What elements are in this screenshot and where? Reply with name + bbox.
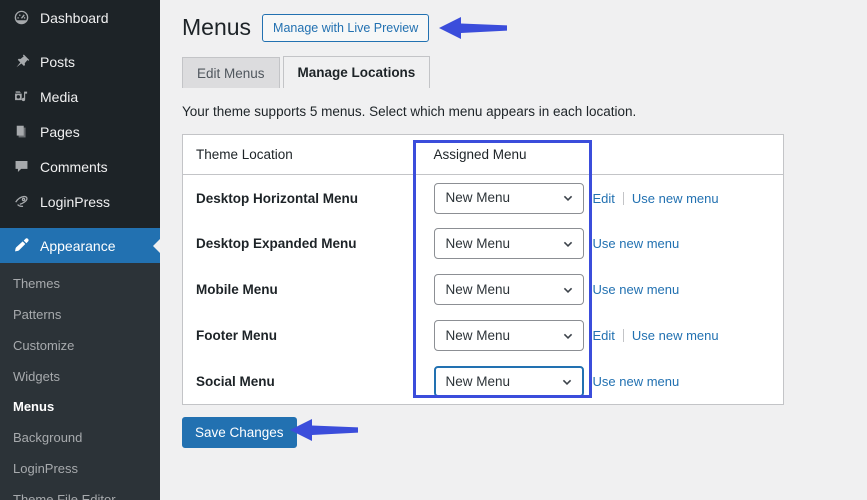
sidebar-separator bbox=[0, 35, 160, 44]
sidebar-subitem-widgets[interactable]: Widgets bbox=[0, 362, 160, 393]
sidebar-item-label: Comments bbox=[40, 158, 108, 175]
table-row: Desktop Horizontal Menu New Menu Edit Us… bbox=[182, 174, 784, 221]
theme-location-label: Desktop Horizontal Menu bbox=[196, 190, 359, 206]
sidebar-item-label: Appearance bbox=[40, 237, 116, 254]
link-divider bbox=[622, 329, 624, 343]
wordpress-admin-screen: Dashboard Posts Media Pages Comments Log… bbox=[0, 0, 867, 500]
page-title: Menus bbox=[182, 14, 252, 41]
comment-icon bbox=[11, 157, 31, 177]
pin-icon bbox=[11, 52, 31, 72]
chevron-down-icon bbox=[561, 191, 575, 205]
assigned-menu-cell: New Menu Use new menu bbox=[420, 358, 784, 405]
row-links: Use new menu bbox=[593, 374, 680, 389]
theme-location-cell: Social Menu bbox=[182, 358, 421, 405]
sidebar-item-pages[interactable]: Pages bbox=[0, 114, 160, 149]
admin-sidebar: Dashboard Posts Media Pages Comments Log… bbox=[0, 0, 160, 500]
row-links: Use new menu bbox=[593, 236, 680, 251]
edit-menu-link[interactable]: Edit bbox=[593, 191, 615, 206]
assigned-menu-select[interactable]: New Menu bbox=[433, 320, 584, 352]
assigned-menu-value: New Menu bbox=[445, 328, 511, 343]
use-new-menu-link[interactable]: Use new menu bbox=[593, 374, 680, 389]
theme-location-cell: Desktop Expanded Menu bbox=[182, 220, 421, 267]
sidebar-item-dashboard[interactable]: Dashboard bbox=[0, 0, 160, 35]
table-row: Footer Menu New Menu Edit Use new menu bbox=[182, 312, 784, 359]
assigned-menu-select[interactable]: New Menu bbox=[433, 366, 584, 397]
sidebar-item-loginpress[interactable]: LoginPress bbox=[0, 184, 160, 219]
pages-icon bbox=[11, 122, 31, 142]
theme-location-cell: Desktop Horizontal Menu bbox=[182, 174, 421, 221]
theme-location-label: Footer Menu bbox=[196, 328, 277, 344]
sidebar-item-appearance[interactable]: Appearance bbox=[0, 228, 160, 263]
assigned-menu-cell: New Menu Use new menu bbox=[420, 266, 784, 313]
sidebar-subitem-theme-file-editor[interactable]: Theme File Editor bbox=[0, 485, 160, 500]
appearance-submenu: Themes Patterns Customize Widgets Menus … bbox=[0, 263, 160, 500]
dashboard-icon bbox=[11, 8, 31, 28]
assigned-menu-value: New Menu bbox=[445, 373, 511, 389]
assigned-menu-value: New Menu bbox=[445, 282, 511, 297]
menu-locations-table: Theme Location Assigned Menu Desktop Hor… bbox=[182, 134, 784, 406]
assigned-menu-cell: New Menu Edit Use new menu bbox=[420, 174, 784, 221]
tab-edit-menus[interactable]: Edit Menus bbox=[182, 57, 280, 88]
manage-with-live-preview-button[interactable]: Manage with Live Preview bbox=[262, 14, 430, 42]
page-header: Menus Manage with Live Preview bbox=[182, 10, 847, 46]
sidebar-subitem-loginpress[interactable]: LoginPress bbox=[0, 454, 160, 485]
assigned-menu-cell: New Menu Edit Use new menu bbox=[420, 312, 784, 359]
sidebar-subitem-menus[interactable]: Menus bbox=[0, 392, 160, 423]
row-links: Edit Use new menu bbox=[593, 191, 719, 206]
chevron-down-icon bbox=[561, 237, 575, 251]
row-links: Edit Use new menu bbox=[593, 328, 719, 343]
column-header-assigned-menu: Assigned Menu bbox=[420, 134, 784, 176]
table-row: Social Menu New Menu Use new menu bbox=[182, 358, 784, 405]
sidebar-item-label: Media bbox=[40, 88, 79, 105]
assigned-menu-select[interactable]: New Menu bbox=[433, 274, 584, 306]
use-new-menu-link[interactable]: Use new menu bbox=[593, 236, 680, 251]
tab-bar: Edit Menus Manage Locations bbox=[182, 56, 847, 88]
link-divider bbox=[622, 191, 624, 205]
row-links: Use new menu bbox=[593, 282, 680, 297]
chevron-down-icon bbox=[561, 329, 575, 343]
save-row: Save Changes bbox=[182, 405, 847, 449]
sidebar-separator bbox=[0, 219, 160, 228]
sidebar-item-comments[interactable]: Comments bbox=[0, 149, 160, 184]
assigned-menu-cell: New Menu Use new menu bbox=[420, 220, 784, 267]
assigned-menu-value: New Menu bbox=[445, 190, 511, 206]
column-header-theme-location: Theme Location bbox=[182, 134, 421, 176]
use-new-menu-link[interactable]: Use new menu bbox=[632, 191, 719, 206]
main-content: Menus Manage with Live Preview Edit Menu… bbox=[160, 0, 867, 500]
use-new-menu-link[interactable]: Use new menu bbox=[632, 328, 719, 343]
table-header-row: Theme Location Assigned Menu bbox=[182, 134, 784, 176]
use-new-menu-link[interactable]: Use new menu bbox=[593, 282, 680, 297]
theme-location-label: Desktop Expanded Menu bbox=[196, 236, 357, 252]
sidebar-item-label: LoginPress bbox=[40, 193, 111, 210]
tab-manage-locations[interactable]: Manage Locations bbox=[282, 56, 431, 88]
chevron-down-icon bbox=[561, 283, 575, 297]
paintbrush-icon bbox=[11, 236, 31, 256]
intro-text: Your theme supports 5 menus. Select whic… bbox=[182, 104, 637, 119]
chevron-down-icon bbox=[560, 375, 574, 389]
edit-menu-link[interactable]: Edit bbox=[593, 328, 615, 343]
save-changes-button[interactable]: Save Changes bbox=[182, 417, 297, 449]
theme-location-cell: Footer Menu bbox=[182, 312, 421, 359]
table-row: Mobile Menu New Menu Use new menu bbox=[182, 266, 784, 313]
assigned-menu-select[interactable]: New Menu bbox=[433, 228, 584, 260]
loginpress-icon bbox=[11, 192, 31, 212]
theme-location-cell: Mobile Menu bbox=[182, 266, 421, 313]
sidebar-item-label: Dashboard bbox=[40, 9, 109, 26]
media-icon bbox=[11, 87, 31, 107]
assigned-menu-select[interactable]: New Menu bbox=[433, 182, 584, 214]
sidebar-item-label: Pages bbox=[40, 123, 80, 140]
sidebar-item-posts[interactable]: Posts bbox=[0, 44, 160, 79]
sidebar-item-label: Posts bbox=[40, 53, 76, 70]
sidebar-subitem-customize[interactable]: Customize bbox=[0, 331, 160, 362]
sidebar-subitem-background[interactable]: Background bbox=[0, 423, 160, 454]
sidebar-item-media[interactable]: Media bbox=[0, 79, 160, 114]
theme-location-label: Mobile Menu bbox=[196, 282, 278, 298]
sidebar-subitem-patterns[interactable]: Patterns bbox=[0, 300, 160, 331]
assigned-menu-value: New Menu bbox=[445, 236, 511, 251]
table-row: Desktop Expanded Menu New Menu Use new m… bbox=[182, 220, 784, 267]
theme-location-label: Social Menu bbox=[196, 374, 275, 389]
sidebar-subitem-themes[interactable]: Themes bbox=[0, 269, 160, 300]
